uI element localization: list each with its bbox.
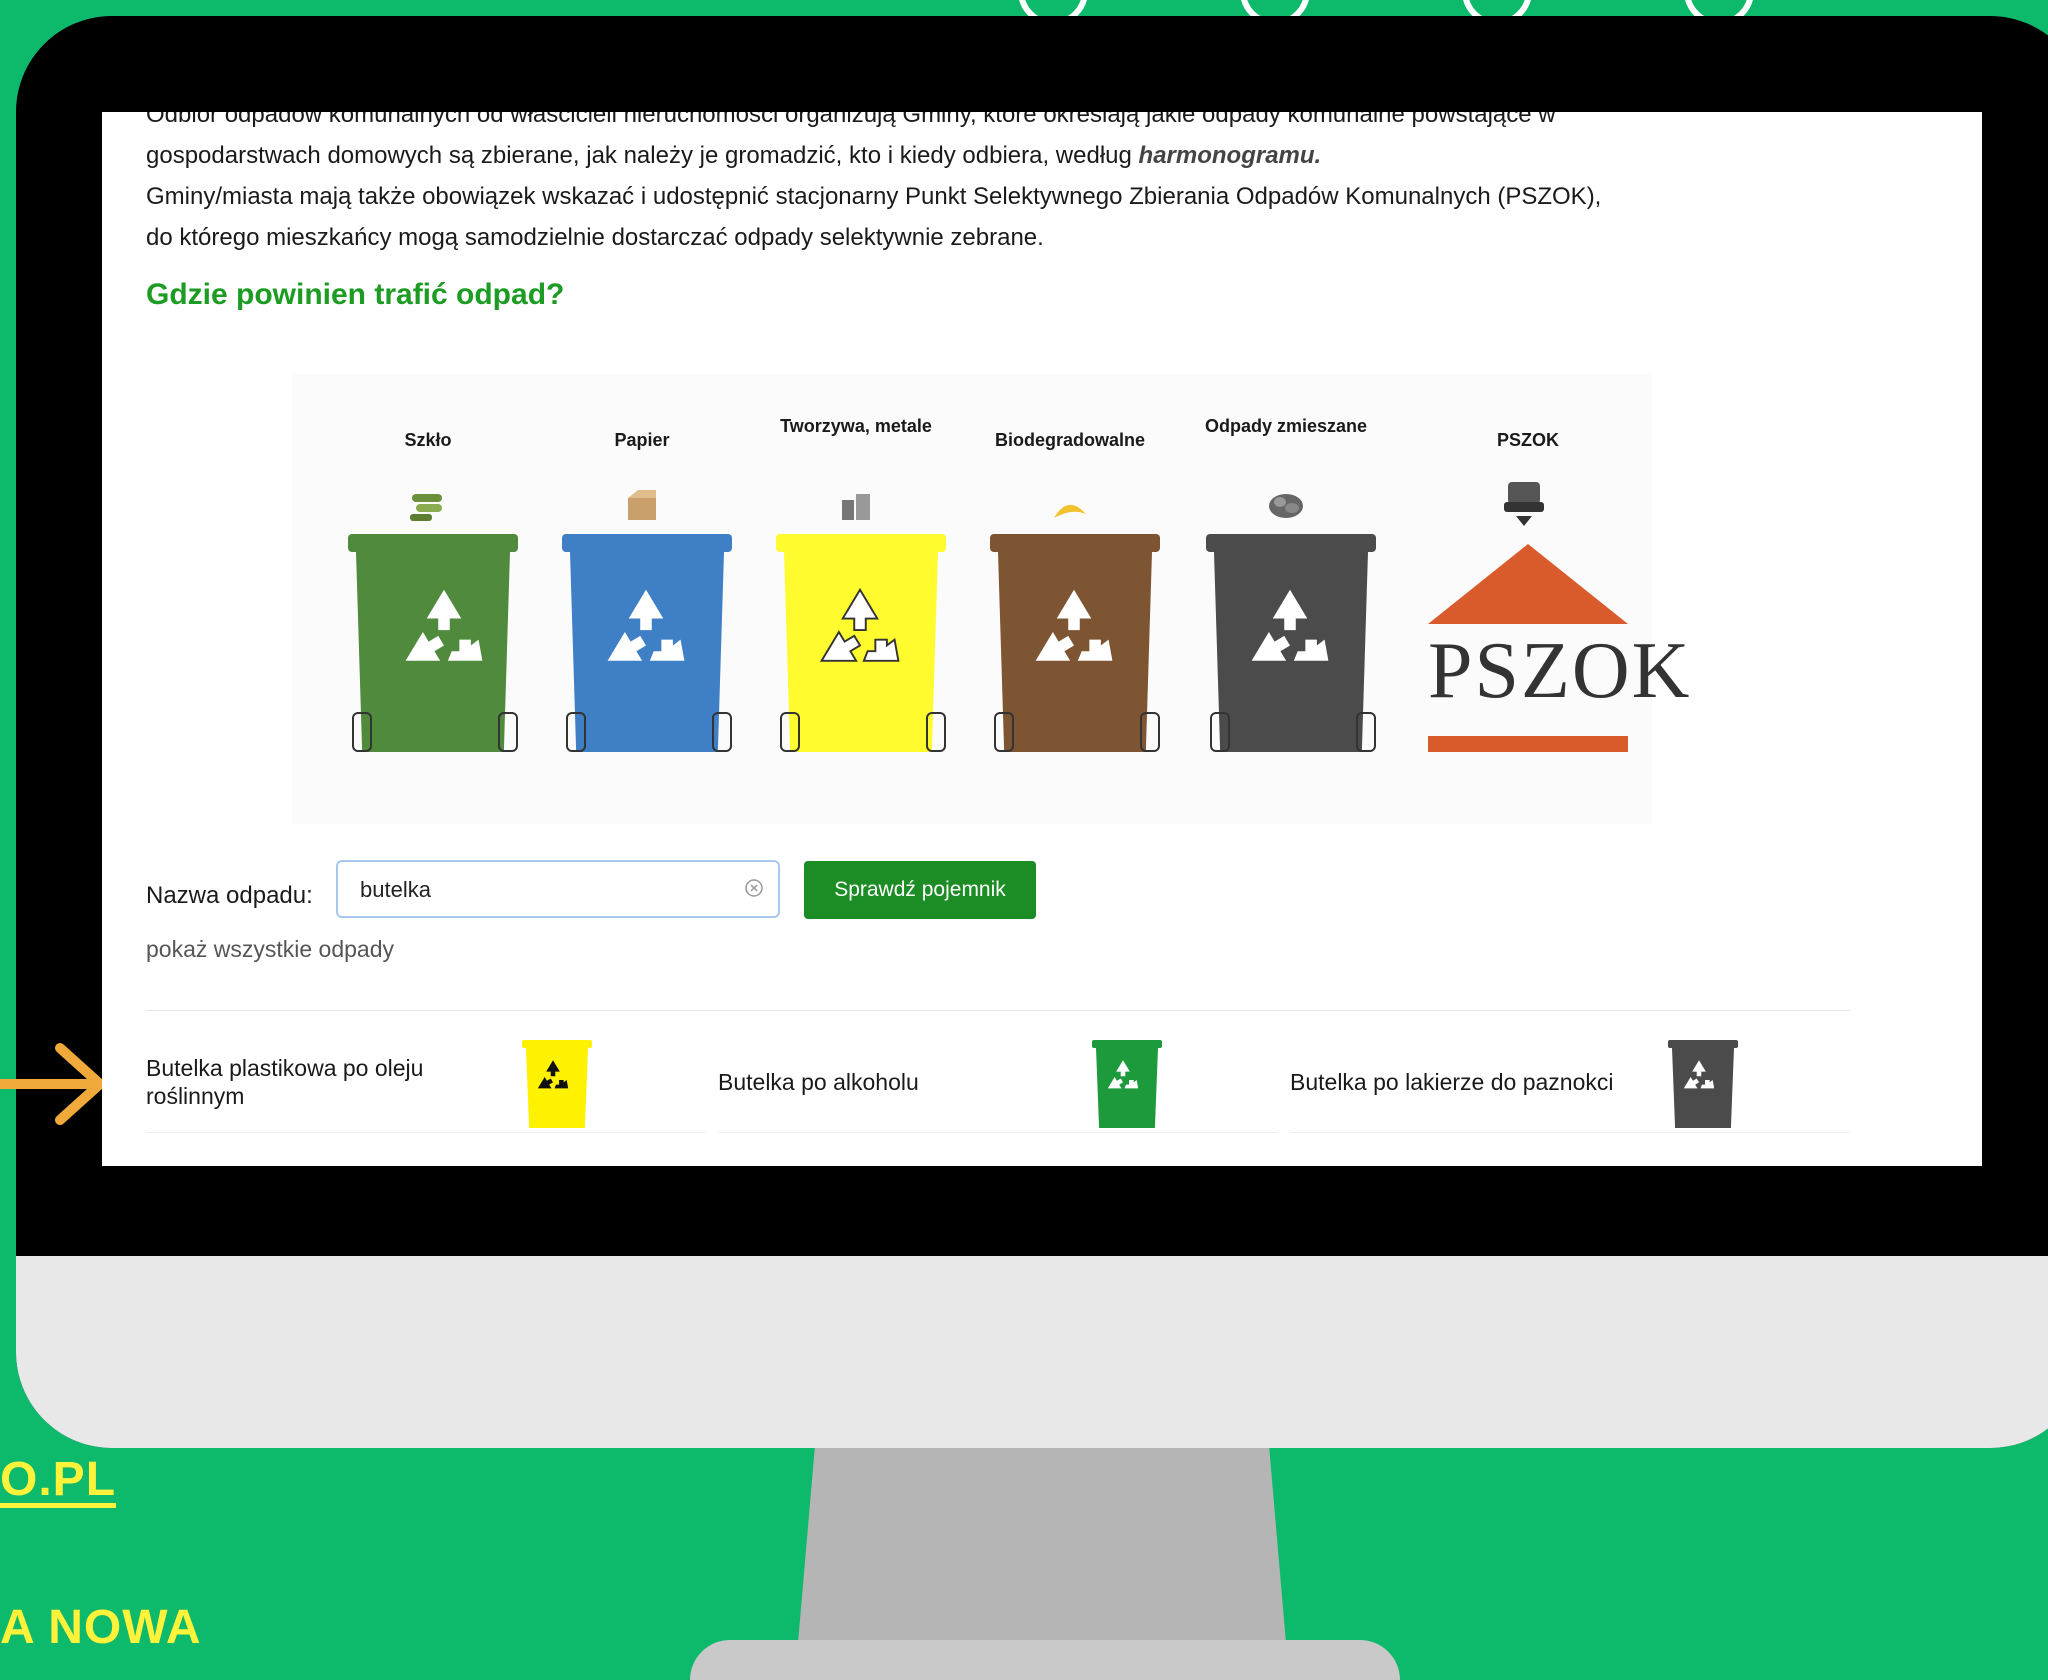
grey-bin-icon: [1668, 1040, 1738, 1132]
bin-lid: [348, 534, 518, 552]
clear-icon[interactable]: [744, 878, 764, 898]
recycle-icon: [819, 587, 900, 662]
cans-icon: [842, 494, 870, 520]
waste-search-field[interactable]: [336, 860, 780, 918]
bin-lid: [776, 534, 946, 552]
glass-bottles-icon: [410, 494, 442, 521]
bin-label: PSZOK: [1496, 430, 1559, 450]
bin-mixed: Odpady zmieszane: [1196, 374, 1376, 824]
article-line-3: Gminy/miasta mają także obowiązek wskaza…: [146, 183, 1602, 210]
bin-label: Biodegradowalne: [994, 430, 1146, 450]
bin-wheel: [1140, 712, 1160, 752]
recycle-icon: [1683, 1060, 1715, 1089]
result-name: Butelka po alkoholu: [718, 1069, 919, 1095]
bin-wheel: [712, 712, 732, 752]
bin-plastics-metals: Tworzywa, metale: [766, 374, 946, 824]
bottom-text-fragment: A NOWA: [0, 1601, 202, 1654]
mini-bin-lid: [1092, 1040, 1162, 1048]
result-item[interactable]: Butelka po lakierze do paznokci: [1290, 1032, 1850, 1133]
article-line-1: Odbiór odpadów komunalnych od właściciel…: [146, 112, 1556, 128]
bin-wheel: [994, 712, 1014, 752]
show-all-link[interactable]: pokaż wszystkie odpady: [146, 936, 394, 963]
recycle-icon: [1251, 589, 1329, 661]
pszok-roof: [1428, 544, 1628, 624]
bin-lid: [1206, 534, 1376, 552]
divider: [146, 1010, 1850, 1011]
result-item[interactable]: Butelka po alkoholu: [718, 1032, 1278, 1133]
armchair-icon: [1504, 482, 1544, 526]
bin-lid: [990, 534, 1160, 552]
article-line-2: gospodarstwach domowych są zbierane, jak…: [146, 135, 1946, 176]
recycle-icon: [405, 589, 483, 661]
bin-bio: Biodegradowalne: [980, 374, 1160, 824]
bin-label: Szkło: [404, 430, 452, 450]
waste-name-label: Nazwa odpadu:: [146, 882, 313, 909]
mini-bin-lid: [522, 1040, 592, 1048]
bin-label: Tworzywa, metale: [780, 416, 932, 436]
harmonogram-link[interactable]: harmonogramu.: [1139, 142, 1322, 169]
recycle-icon: [1107, 1060, 1139, 1089]
section-heading: Gdzie powinien trafić odpad?: [146, 278, 565, 311]
mini-bin-lid: [1668, 1040, 1738, 1048]
recycle-icon: [1035, 589, 1113, 661]
recycle-icon: [537, 1060, 569, 1089]
monitor-chin: [16, 1256, 2048, 1448]
pszok-word: PSZOK: [1428, 627, 1692, 715]
bin-wheel: [566, 712, 586, 752]
bin-lid: [562, 534, 732, 552]
article-line-2-text: gospodarstwach domowych są zbierane, jak…: [146, 142, 1139, 169]
recycle-icon: [607, 589, 685, 661]
bin-paper: Papier: [552, 374, 732, 824]
bin-wheel: [780, 712, 800, 752]
bin-wheel: [1210, 712, 1230, 752]
result-name: Butelka plastikowa po oleju roślinnym: [146, 1055, 424, 1109]
pszok-bar: [1428, 736, 1628, 752]
mixed-waste-icon: [1269, 494, 1303, 518]
bin-label: Papier: [614, 430, 670, 450]
site-url-fragment: O.PL: [0, 1453, 117, 1506]
bin-wheel: [498, 712, 518, 752]
bin-wheel: [926, 712, 946, 752]
waste-search-input[interactable]: [358, 874, 722, 906]
pointer-arrow-icon: [0, 1043, 105, 1125]
green-bin-icon: [1092, 1040, 1162, 1132]
monitor-stand-foot: [690, 1640, 1400, 1680]
yellow-bin-icon: [522, 1040, 592, 1132]
article-line-4: do którego mieszkańcy mogą samodzielnie …: [146, 224, 1044, 251]
bins-infographic: Szkło Papier Tworzywa, metale Biodegrado…: [292, 374, 1692, 824]
result-name: Butelka po lakierze do paznokci: [1290, 1069, 1614, 1095]
check-bin-button[interactable]: Sprawdź pojemnik: [804, 861, 1036, 919]
bin-wheel: [1356, 712, 1376, 752]
bin-glass: Szkło: [338, 374, 518, 824]
pszok-sign: PSZOK PSZOK: [1414, 374, 1692, 824]
browser-screen: Odbiór odpadów komunalnych od właściciel…: [102, 112, 1982, 1166]
banana-peel-icon: [1054, 504, 1086, 518]
bin-wheel: [352, 712, 372, 752]
cardboard-box-icon: [628, 490, 656, 520]
bin-label: Odpady zmieszane: [1204, 416, 1368, 436]
result-item[interactable]: Butelka plastikowa po oleju roślinnym: [146, 1032, 706, 1133]
